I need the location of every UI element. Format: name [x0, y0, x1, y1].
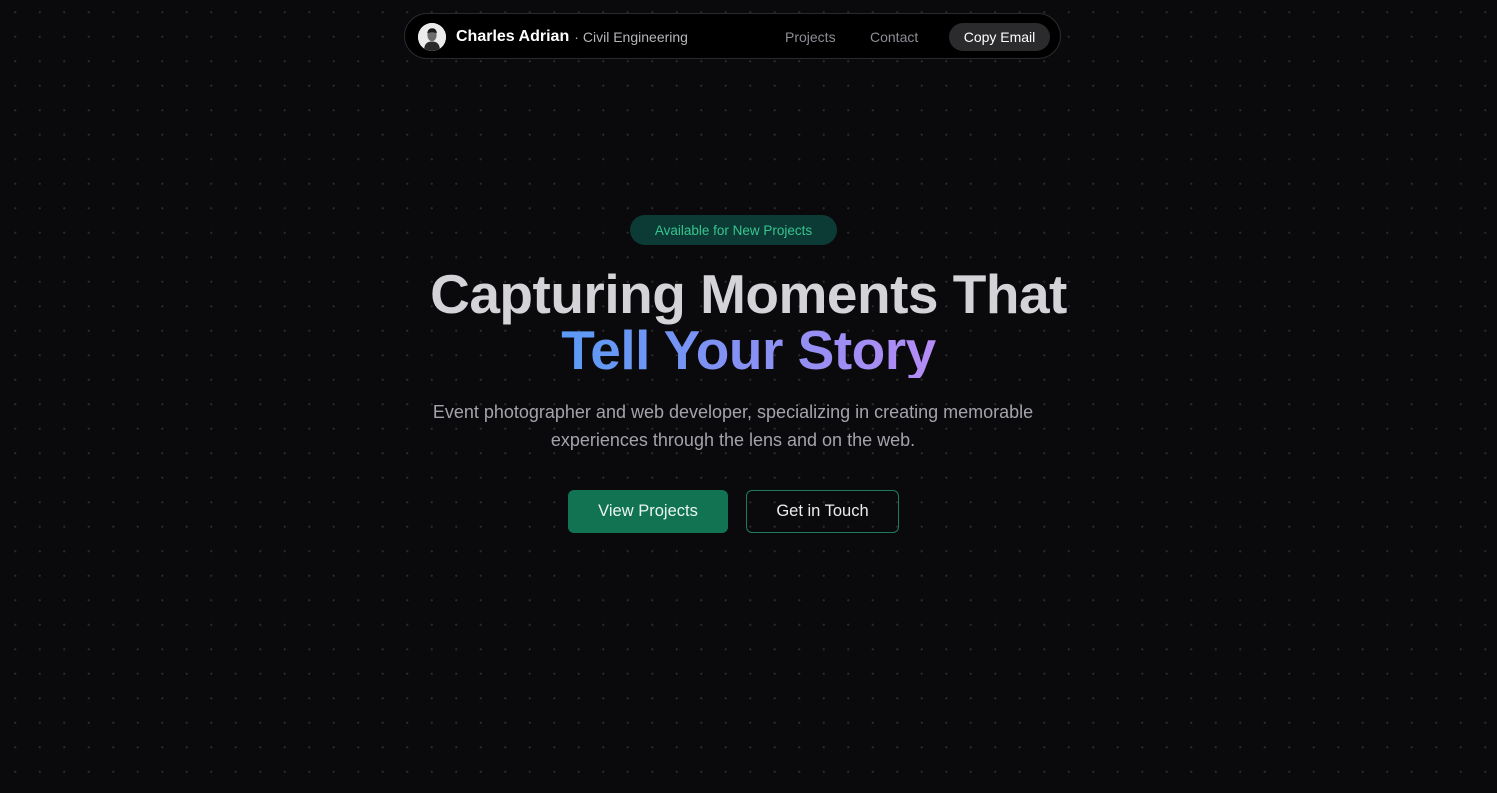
availability-badge: Available for New Projects [630, 215, 837, 245]
hero-headline: Capturing Moments That Tell Your Story [0, 266, 1497, 378]
brand-role: Civil Engineering [582, 29, 688, 45]
nav-link-contact[interactable]: Contact [870, 14, 918, 60]
top-navbar: Charles Adrian · Civil Engineering Proje… [404, 13, 1061, 59]
nav-link-projects[interactable]: Projects [785, 14, 836, 60]
portrait-icon [418, 23, 446, 51]
avatar[interactable] [418, 23, 446, 51]
get-in-touch-button[interactable]: Get in Touch [746, 490, 899, 533]
hero-subtitle: Event photographer and web developer, sp… [432, 402, 1034, 450]
brand-separator: · [574, 29, 579, 45]
view-projects-button[interactable]: View Projects [568, 490, 728, 533]
headline-line-1: Capturing Moments That [430, 263, 1067, 325]
headline-line-2: Tell Your Story [561, 319, 936, 381]
copy-email-button[interactable]: Copy Email [949, 23, 1050, 51]
brand-name: Charles Adrian [456, 28, 570, 45]
brand[interactable]: Charles Adrian · Civil Engineering [456, 14, 688, 60]
